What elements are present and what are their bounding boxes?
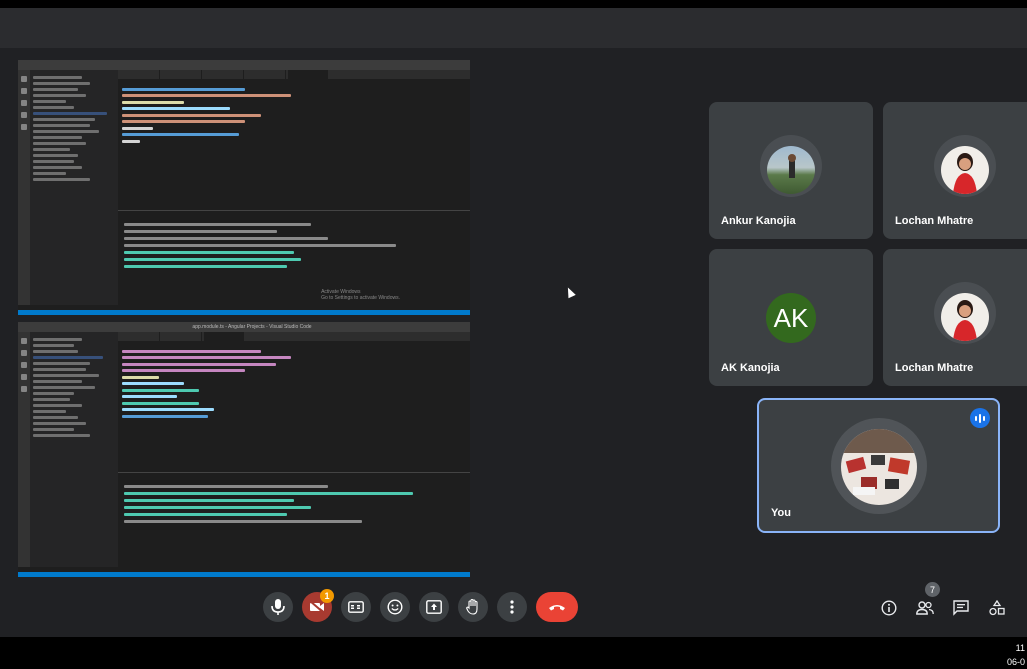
status-bar [18, 310, 470, 315]
emoji-icon [387, 599, 403, 615]
mouse-cursor [564, 285, 576, 299]
file-explorer [30, 332, 118, 567]
meeting-details-button[interactable] [879, 598, 899, 618]
code-editor [122, 84, 430, 204]
editor-tabs [118, 70, 470, 79]
info-icon [881, 600, 897, 616]
participant-tile-ak-kanojia[interactable]: AK AK Kanojia [709, 249, 873, 386]
avatar [767, 146, 815, 194]
avatar [841, 429, 917, 505]
activate-windows-watermark: Activate Windows Go to Settings to activ… [321, 289, 400, 301]
terminal-panel [118, 472, 470, 567]
initials-avatar: AK [766, 293, 816, 343]
window-titlebar: app.module.ts - Angular Projects - Visua… [18, 322, 470, 332]
shared-screen: Activate Windows Go to Settings to activ… [18, 60, 470, 577]
chat-button[interactable] [951, 598, 971, 618]
os-taskbar [0, 637, 1027, 669]
participant-tile-lochan-mhatre[interactable]: Lochan Mhatre ⋮ [883, 102, 1027, 239]
activities-button[interactable] [987, 598, 1007, 618]
present-icon [426, 600, 442, 614]
activity-bar [18, 70, 30, 305]
activity-bar [18, 332, 30, 567]
window-titlebar [18, 60, 470, 70]
people-icon [916, 601, 934, 615]
participant-name: Ankur Kanojia [721, 215, 796, 227]
file-explorer [30, 70, 118, 305]
leave-call-button[interactable] [536, 592, 578, 622]
participant-count-badge: 7 [925, 582, 940, 597]
reactions-button[interactable] [380, 592, 410, 622]
avatar [941, 146, 989, 194]
editor-tabs [118, 332, 470, 341]
taskbar-clock: 11 06-0 [1007, 641, 1025, 669]
participant-name: Lochan Mhatre [895, 362, 974, 374]
terminal-panel [118, 210, 470, 305]
participant-name: Lochan Mhatre [895, 215, 974, 227]
avatar [941, 293, 989, 341]
present-screen-button[interactable] [419, 592, 449, 622]
participant-tile-ankur-kanojia[interactable]: Ankur Kanojia [709, 102, 873, 239]
vscode-window-bottom: app.module.ts - Angular Projects - Visua… [18, 322, 470, 577]
captions-button[interactable] [341, 592, 371, 622]
more-options-button[interactable] [497, 592, 527, 622]
clock-time: 11 [1015, 643, 1025, 653]
hand-icon [466, 599, 478, 615]
participant-tile-lochan-mhatre[interactable]: Lochan Mhatre [883, 249, 1027, 386]
clock-date: 06-0 [1006, 657, 1025, 667]
chat-icon [953, 600, 969, 616]
code-editor [122, 346, 430, 466]
status-bar [18, 572, 470, 577]
microphone-button[interactable] [263, 592, 293, 622]
participant-name: You [771, 507, 791, 519]
participant-tile-you[interactable]: You [757, 398, 1000, 533]
window-title: app.module.ts - Angular Projects - Visua… [192, 324, 312, 330]
activities-icon [989, 600, 1005, 616]
meeting-screen: Activate Windows Go to Settings to activ… [0, 0, 1027, 669]
top-bar [0, 8, 1027, 48]
more-vert-icon [510, 600, 514, 614]
participant-name: AK Kanojia [721, 362, 780, 374]
vscode-window-top: Activate Windows Go to Settings to activ… [18, 60, 470, 315]
camera-alert-badge: 1 [320, 589, 334, 603]
raise-hand-button[interactable] [458, 592, 488, 622]
captions-icon [348, 601, 364, 613]
speaking-indicator-icon [970, 408, 990, 428]
end-call-icon [549, 605, 565, 611]
watermark-line2: Go to Settings to activate Windows. [321, 295, 400, 301]
microphone-icon [271, 599, 285, 615]
people-button[interactable] [915, 598, 935, 618]
top-strip [0, 0, 1027, 8]
